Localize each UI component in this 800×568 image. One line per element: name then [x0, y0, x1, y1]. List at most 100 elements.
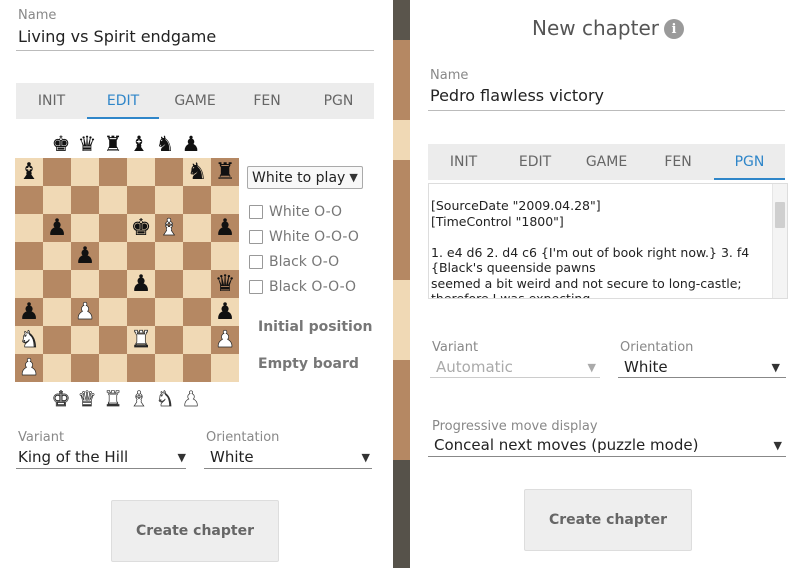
board-square[interactable] [127, 354, 155, 382]
board-square[interactable] [99, 298, 127, 326]
board-square[interactable] [127, 158, 155, 186]
board-square[interactable] [183, 270, 211, 298]
board-square[interactable]: ♟ [211, 298, 239, 326]
create-chapter-button[interactable]: Create chapter [111, 500, 279, 562]
scrollbar-thumb[interactable] [775, 202, 785, 228]
black-queen-icon[interactable]: ♛ [215, 272, 236, 296]
board-square[interactable] [43, 158, 71, 186]
board-square[interactable]: ♞ [183, 158, 211, 186]
white-rook-icon[interactable]: ♜ [100, 386, 126, 412]
board-square[interactable] [43, 298, 71, 326]
board-square[interactable] [155, 326, 183, 354]
board-square[interactable] [71, 326, 99, 354]
castle-black-ooo[interactable]: Black O-O-O [249, 279, 356, 295]
white-rook-icon[interactable]: ♜ [130, 328, 151, 352]
board-square[interactable] [211, 354, 239, 382]
white-pawn-icon[interactable]: ♟ [18, 356, 39, 380]
orientation-select[interactable]: White ▼ [624, 356, 780, 378]
variant-select[interactable]: King of the Hill ▼ [18, 446, 186, 468]
black-pawn-icon[interactable]: ♟ [75, 244, 96, 268]
board-square[interactable]: ♟ [15, 298, 43, 326]
white-pawn-icon[interactable]: ♟ [74, 300, 95, 324]
pgn-scrollbar[interactable] [772, 184, 787, 298]
tab-fen[interactable]: FEN [642, 144, 714, 180]
board-square[interactable] [211, 186, 239, 214]
black-pawn-icon[interactable]: ♟ [47, 216, 68, 240]
board-square[interactable] [15, 186, 43, 214]
board-square[interactable] [43, 242, 71, 270]
board-editor[interactable]: ♝ ♞ ♜ ♟ ♚ ♝ ♟ ♟ ♟ ♛ ♟ ♟ ♟ ♞ ♜ ♟ ♟ [15, 158, 239, 382]
tab-game[interactable]: GAME [159, 83, 231, 119]
board-square[interactable]: ♚ [127, 214, 155, 242]
board-square[interactable] [127, 242, 155, 270]
board-square[interactable]: ♟ [15, 354, 43, 382]
white-bishop-icon[interactable]: ♝ [126, 386, 152, 412]
board-square[interactable]: ♟ [43, 214, 71, 242]
name-input[interactable]: Pedro flawless victory [430, 86, 604, 105]
board-square[interactable] [71, 158, 99, 186]
white-pawn-icon[interactable]: ♟ [178, 386, 204, 412]
board-square[interactable] [15, 270, 43, 298]
black-king-icon[interactable]: ♚ [48, 131, 74, 157]
board-square[interactable] [183, 242, 211, 270]
initial-position-button[interactable]: Initial position [258, 319, 372, 335]
board-square[interactable] [99, 354, 127, 382]
board-square[interactable] [43, 326, 71, 354]
black-knight-icon[interactable]: ♞ [187, 160, 208, 184]
black-pawn-icon[interactable]: ♟ [131, 272, 152, 296]
board-square[interactable] [155, 354, 183, 382]
black-bishop-icon[interactable]: ♝ [19, 160, 40, 184]
board-square[interactable] [183, 326, 211, 354]
name-input[interactable]: Living vs Spirit endgame [18, 27, 216, 46]
create-chapter-button[interactable]: Create chapter [524, 489, 692, 551]
black-pawn-icon[interactable]: ♟ [19, 300, 40, 324]
board-square[interactable] [71, 214, 99, 242]
board-square[interactable] [155, 186, 183, 214]
board-square[interactable] [99, 270, 127, 298]
black-pawn-icon[interactable]: ♟ [215, 216, 236, 240]
board-square[interactable] [99, 214, 127, 242]
white-pawn-icon[interactable]: ♟ [214, 328, 235, 352]
board-square[interactable]: ♝ [155, 214, 183, 242]
board-square[interactable] [99, 158, 127, 186]
black-pawn-icon[interactable]: ♟ [215, 300, 236, 324]
board-square[interactable] [43, 186, 71, 214]
castle-white-oo[interactable]: White O-O [249, 204, 342, 220]
orientation-select[interactable]: White ▼ [210, 446, 370, 468]
board-square[interactable] [15, 214, 43, 242]
white-king-icon[interactable]: ♚ [48, 386, 74, 412]
board-square[interactable] [127, 186, 155, 214]
black-queen-icon[interactable]: ♛ [74, 131, 100, 157]
board-square[interactable]: ♛ [211, 270, 239, 298]
board-square[interactable] [127, 298, 155, 326]
white-bishop-icon[interactable]: ♝ [158, 216, 179, 240]
tab-init[interactable]: INIT [428, 144, 499, 180]
board-square[interactable]: ♟ [211, 326, 239, 354]
castle-black-oo[interactable]: Black O-O [249, 254, 339, 270]
progressive-select[interactable]: Conceal next moves (puzzle mode) ▼ [434, 434, 782, 456]
board-square[interactable] [211, 242, 239, 270]
info-icon[interactable]: i [664, 19, 684, 39]
white-knight-icon[interactable]: ♞ [152, 386, 178, 412]
board-square[interactable] [155, 242, 183, 270]
tab-init[interactable]: INIT [16, 83, 87, 119]
board-square[interactable]: ♟ [71, 298, 99, 326]
tab-edit[interactable]: EDIT [87, 83, 159, 119]
empty-board-button[interactable]: Empty board [258, 356, 359, 372]
tab-edit[interactable]: EDIT [499, 144, 571, 180]
board-square[interactable] [155, 298, 183, 326]
black-bishop-icon[interactable]: ♝ [126, 131, 152, 157]
board-square[interactable] [71, 354, 99, 382]
board-square[interactable] [43, 354, 71, 382]
board-square[interactable] [71, 186, 99, 214]
board-square[interactable] [183, 354, 211, 382]
board-square[interactable] [183, 186, 211, 214]
board-square[interactable]: ♝ [15, 158, 43, 186]
white-knight-icon[interactable]: ♞ [18, 328, 39, 352]
board-square[interactable] [99, 326, 127, 354]
board-square[interactable] [155, 270, 183, 298]
board-square[interactable] [183, 298, 211, 326]
board-square[interactable]: ♟ [211, 214, 239, 242]
turn-select[interactable]: White to play ▼ [247, 166, 363, 189]
white-queen-icon[interactable]: ♛ [74, 386, 100, 412]
